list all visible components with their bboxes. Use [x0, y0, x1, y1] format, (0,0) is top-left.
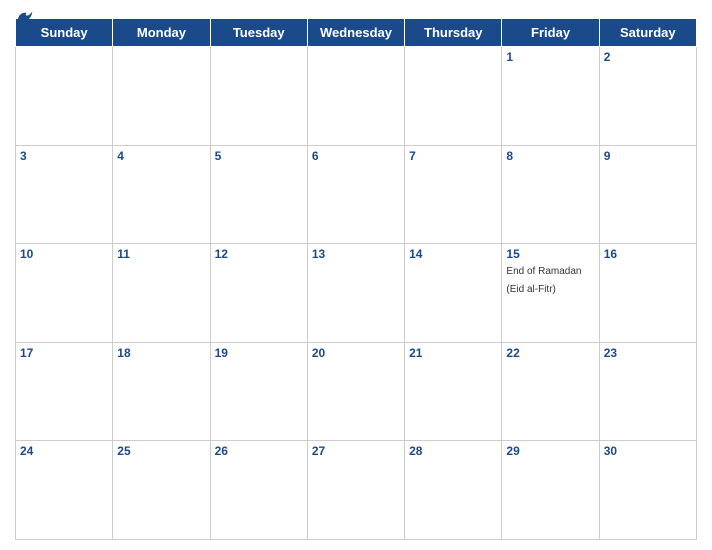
weekday-header-monday: Monday [113, 19, 210, 47]
calendar-cell: 16 [599, 244, 696, 343]
weekday-header-tuesday: Tuesday [210, 19, 307, 47]
day-number: 24 [20, 444, 108, 458]
event-text: End of Ramadan (Eid al-Fitr) [506, 266, 581, 295]
calendar-cell: 10 [16, 244, 113, 343]
calendar-cell: 9 [599, 145, 696, 244]
day-number: 19 [215, 346, 303, 360]
calendar-cell: 28 [405, 441, 502, 540]
logo-blue [15, 10, 33, 24]
calendar-cell: 24 [16, 441, 113, 540]
calendar-cell: 11 [113, 244, 210, 343]
calendar-cell [405, 47, 502, 146]
calendar-cell: 25 [113, 441, 210, 540]
calendar-cell: 8 [502, 145, 599, 244]
week-row-0: 12 [16, 47, 697, 146]
week-row-4: 24 25 26 27 28 29 30 [16, 441, 697, 540]
calendar-table: SundayMondayTuesdayWednesdayThursdayFrid… [15, 18, 697, 540]
calendar-cell: 22 [502, 342, 599, 441]
calendar-cell: 27 [307, 441, 404, 540]
day-number: 23 [604, 346, 692, 360]
calendar-cell: 18 [113, 342, 210, 441]
day-number: 28 [409, 444, 497, 458]
day-number: 14 [409, 247, 497, 261]
week-row-1: 3456789 [16, 145, 697, 244]
calendar-cell [113, 47, 210, 146]
week-row-3: 17 18 19 20 21 22 23 [16, 342, 697, 441]
week-row-2: 10 11 12 13 14 15 End of Ramadan (Eid al-Fitr)… [16, 244, 697, 343]
day-number: 15 [506, 247, 594, 261]
day-number: 20 [312, 346, 400, 360]
day-number: 3 [20, 149, 108, 163]
calendar-cell: 30 [599, 441, 696, 540]
calendar-cell: 15 End of Ramadan (Eid al-Fitr) [502, 244, 599, 343]
calendar-cell: 7 [405, 145, 502, 244]
day-number: 10 [20, 247, 108, 261]
day-number: 8 [506, 149, 594, 163]
day-number: 18 [117, 346, 205, 360]
calendar-cell: 26 [210, 441, 307, 540]
calendar-cell: 12 [210, 244, 307, 343]
calendar-cell [210, 47, 307, 146]
calendar-cell: 20 [307, 342, 404, 441]
day-number: 12 [215, 247, 303, 261]
calendar-cell [307, 47, 404, 146]
day-number: 9 [604, 149, 692, 163]
weekday-header-row: SundayMondayTuesdayWednesdayThursdayFrid… [16, 19, 697, 47]
day-number: 21 [409, 346, 497, 360]
calendar-cell: 5 [210, 145, 307, 244]
weekday-header-thursday: Thursday [405, 19, 502, 47]
day-number: 22 [506, 346, 594, 360]
calendar-cell: 21 [405, 342, 502, 441]
day-number: 11 [117, 247, 205, 261]
logo [15, 10, 33, 24]
calendar-cell: 2 [599, 47, 696, 146]
calendar-cell: 3 [16, 145, 113, 244]
calendar-cell: 23 [599, 342, 696, 441]
calendar-cell: 13 [307, 244, 404, 343]
day-number: 16 [604, 247, 692, 261]
calendar-cell: 29 [502, 441, 599, 540]
day-number: 2 [604, 50, 692, 64]
day-number: 29 [506, 444, 594, 458]
day-number: 30 [604, 444, 692, 458]
logo-bird-icon [17, 10, 33, 24]
day-number: 1 [506, 50, 594, 64]
calendar-cell [16, 47, 113, 146]
day-number: 4 [117, 149, 205, 163]
day-number: 5 [215, 149, 303, 163]
calendar-container: SundayMondayTuesdayWednesdayThursdayFrid… [0, 0, 712, 550]
weekday-header-friday: Friday [502, 19, 599, 47]
calendar-cell: 17 [16, 342, 113, 441]
day-number: 7 [409, 149, 497, 163]
calendar-cell: 14 [405, 244, 502, 343]
calendar-cell: 1 [502, 47, 599, 146]
weekday-header-saturday: Saturday [599, 19, 696, 47]
calendar-cell: 19 [210, 342, 307, 441]
day-number: 26 [215, 444, 303, 458]
day-number: 25 [117, 444, 205, 458]
day-number: 6 [312, 149, 400, 163]
day-number: 13 [312, 247, 400, 261]
day-number: 17 [20, 346, 108, 360]
calendar-cell: 4 [113, 145, 210, 244]
calendar-cell: 6 [307, 145, 404, 244]
weekday-header-wednesday: Wednesday [307, 19, 404, 47]
day-number: 27 [312, 444, 400, 458]
